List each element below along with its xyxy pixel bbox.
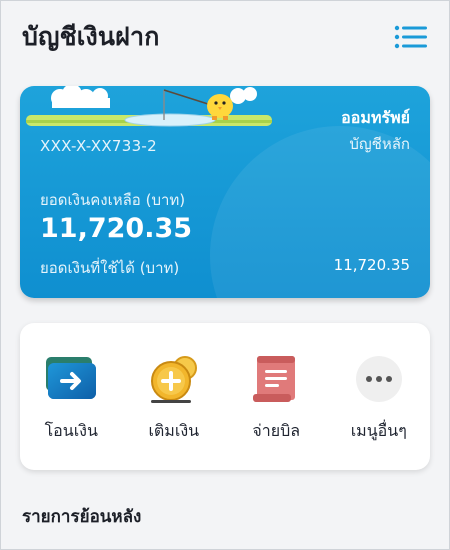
- top-up-button[interactable]: เติมเงิน: [126, 351, 222, 444]
- app-header: บัญชีเงินฝาก: [22, 14, 428, 60]
- pay-bill-label: จ่ายบิล: [252, 421, 301, 440]
- account-subtype: บัญชีหลัก: [349, 135, 410, 153]
- available-balance-label: ยอดเงินที่ใช้ได้ (บาท): [40, 259, 180, 277]
- transfer-icon: [41, 351, 101, 407]
- account-number: XXX-X-XX733-2: [40, 137, 157, 155]
- more-dots-icon: [349, 351, 409, 407]
- account-card[interactable]: ออมทรัพย์ บัญชีหลัก XXX-X-XX733-2 ยอดเงิ…: [20, 86, 430, 298]
- available-balance-value: 11,720.35: [333, 256, 410, 274]
- quick-actions-panel: โอนเงิน เติมเงิน จ่ายบิล เมนูอื่นๆ: [20, 323, 430, 470]
- transaction-history-title: รายการย้อนหลัง: [22, 507, 142, 527]
- account-type: ออมทรัพย์: [341, 108, 410, 127]
- more-menu-button[interactable]: เมนูอื่นๆ: [331, 351, 427, 444]
- transfer-button[interactable]: โอนเงิน: [23, 351, 119, 444]
- balance-label: ยอดเงินคงเหลือ (บาท): [40, 191, 186, 209]
- top-up-label: เติมเงิน: [148, 421, 200, 440]
- bill-scroll-icon: [246, 351, 306, 407]
- hamburger-menu-icon[interactable]: [394, 23, 428, 51]
- page-title: บัญชีเงินฝาก: [22, 22, 160, 51]
- top-up-coin-icon: [144, 351, 204, 407]
- balance-value: 11,720.35: [40, 213, 193, 244]
- more-menu-label: เมนูอื่นๆ: [350, 421, 407, 440]
- transfer-label: โอนเงิน: [44, 421, 98, 440]
- pay-bill-button[interactable]: จ่ายบิล: [228, 351, 324, 444]
